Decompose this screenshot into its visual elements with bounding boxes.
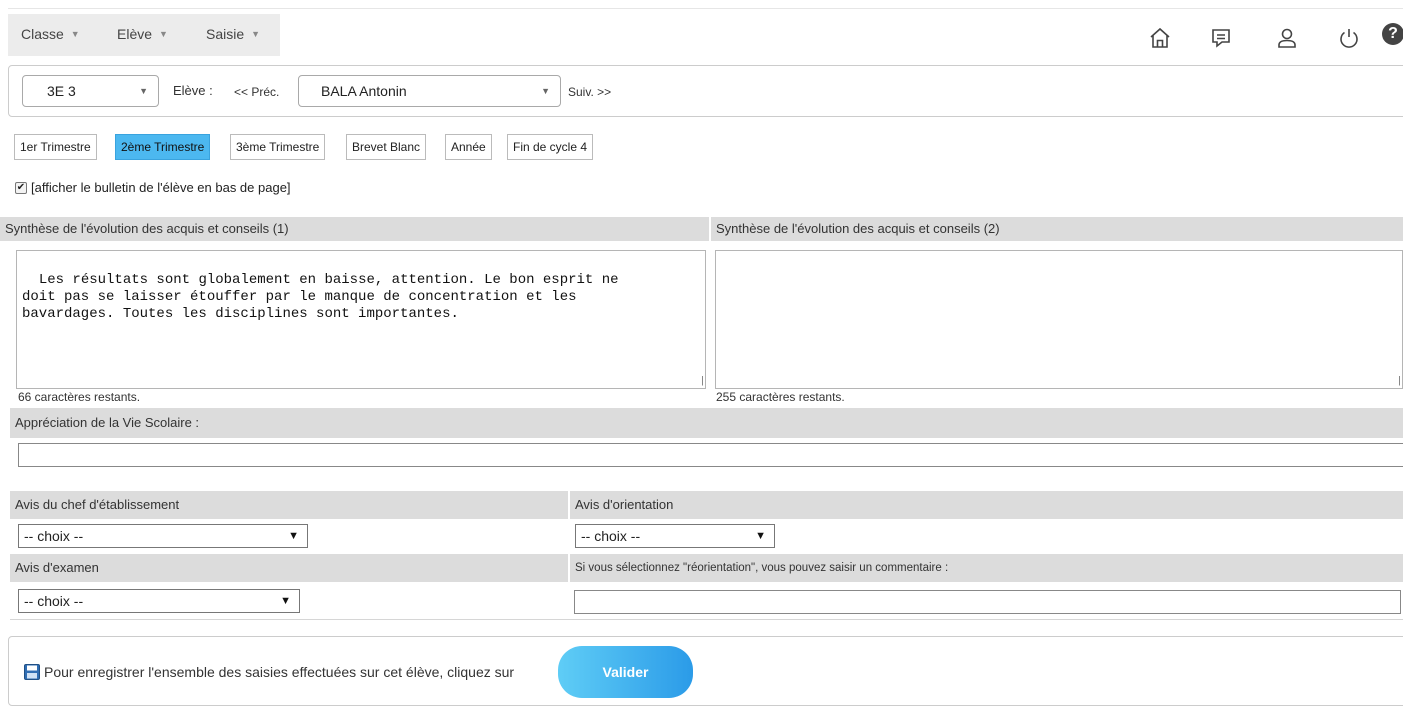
chevron-down-icon: ▼ xyxy=(251,29,261,39)
reorientation-hint: Si vous sélectionnez "réorientation", vo… xyxy=(570,554,1403,582)
resize-grip-icon[interactable] xyxy=(1390,376,1400,386)
tab-annee[interactable]: Année xyxy=(445,134,492,160)
prev-student-link[interactable]: << Préc. xyxy=(234,85,279,99)
dropdown-arrow-icon: ▼ xyxy=(755,530,766,542)
chevron-down-icon: ▼ xyxy=(159,29,168,39)
synthese1-header: Synthèse de l'évolution des acquis et co… xyxy=(0,217,709,241)
synthese1-remaining: 66 caractères restants. xyxy=(18,390,141,404)
vie-scolaire-header: Appréciation de la Vie Scolaire : xyxy=(10,408,1403,438)
synthese2-remaining: 255 caractères restants. xyxy=(716,390,845,404)
help-icon[interactable]: ? xyxy=(1382,23,1403,45)
chevron-down-icon: ▼ xyxy=(70,29,80,39)
dropdown-arrow-icon: ▼ xyxy=(288,530,299,542)
menu-classe[interactable]: Classe ▼ xyxy=(21,26,80,42)
tab-fin-de-cycle-4[interactable]: Fin de cycle 4 xyxy=(507,134,594,160)
dropdown-arrow-icon: ▼ xyxy=(280,595,291,607)
student-selector-bar: 3E 3 ▼ Elève : << Préc. BALA Antonin ▼ Sui… xyxy=(8,65,1403,117)
tab-brevet-blanc[interactable]: Brevet Blanc xyxy=(346,134,427,160)
synthese1-text: Les résultats sont globalement en baisse… xyxy=(22,272,619,322)
save-instruction: Pour enregistrer l'ensemble des saisies … xyxy=(44,664,515,680)
tab-1er-trimestre[interactable]: 1er Trimestre xyxy=(14,134,97,160)
menu-saisie[interactable]: Saisie ▼ xyxy=(206,26,260,42)
vie-scolaire-input[interactable] xyxy=(18,443,1403,467)
next-student-link[interactable]: Suiv. >> xyxy=(568,85,611,99)
form-bottom-divider xyxy=(10,619,1403,620)
home-icon[interactable] xyxy=(1148,26,1172,50)
student-select[interactable]: BALA Antonin ▼ xyxy=(298,75,561,107)
eleve-label: Elève : xyxy=(173,83,213,98)
resize-grip-icon[interactable] xyxy=(693,376,703,386)
top-divider xyxy=(8,8,1403,9)
synthese2-header: Synthèse de l'évolution des acquis et co… xyxy=(711,217,1403,241)
power-icon[interactable] xyxy=(1337,26,1361,50)
synthese2-textarea[interactable] xyxy=(715,250,1403,389)
show-bulletin-checkbox[interactable]: ✔ xyxy=(15,182,27,194)
avis-examen-select[interactable]: -- choix -- ▼ xyxy=(18,589,300,613)
reorientation-comment-input[interactable] xyxy=(574,590,1401,614)
tab-2eme-trimestre[interactable]: 2ème Trimestre xyxy=(115,134,211,160)
message-icon[interactable] xyxy=(1209,26,1233,50)
avis-chef-header: Avis du chef d'établissement xyxy=(10,491,568,519)
menu-eleve[interactable]: Elève ▼ xyxy=(117,26,168,42)
tab-3eme-trimestre[interactable]: 3ème Trimestre xyxy=(230,134,326,160)
avis-orientation-header: Avis d'orientation xyxy=(570,491,1403,519)
synthese1-textarea[interactable]: Les résultats sont globalement en baisse… xyxy=(16,250,706,389)
valider-button[interactable]: Valider xyxy=(558,646,693,698)
main-menu: Classe ▼ Elève ▼ Saisie ▼ xyxy=(8,14,280,56)
avis-orientation-select[interactable]: -- choix -- ▼ xyxy=(575,524,775,548)
user-icon[interactable] xyxy=(1275,26,1299,50)
class-select[interactable]: 3E 3 ▼ xyxy=(22,75,159,107)
floppy-disk-icon xyxy=(24,664,40,680)
show-bulletin-label: [afficher le bulletin de l'élève en bas … xyxy=(31,180,291,195)
chevron-down-icon: ▼ xyxy=(139,86,148,96)
avis-chef-select[interactable]: -- choix -- ▼ xyxy=(18,524,308,548)
avis-examen-header: Avis d'examen xyxy=(10,554,568,582)
chevron-down-icon: ▼ xyxy=(541,86,550,96)
